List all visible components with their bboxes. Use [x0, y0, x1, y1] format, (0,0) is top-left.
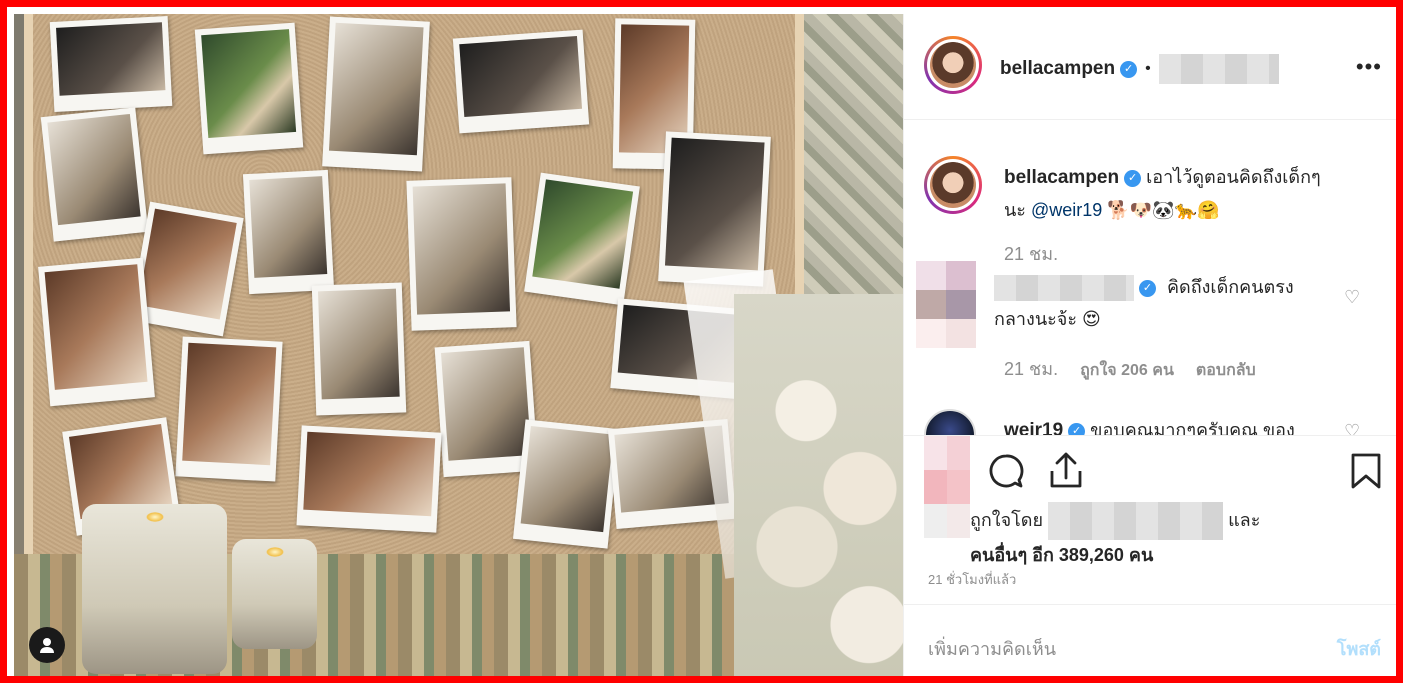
photo-card: [194, 22, 304, 155]
author-line: bellacampen ✓ •: [1000, 54, 1279, 84]
verified-badge-icon: ✓: [1124, 169, 1142, 187]
comment-username[interactable]: weir19: [1004, 420, 1063, 435]
post-header: bellacampen ✓ • •••: [904, 14, 1396, 120]
liked-by-prefix: ถูกใจโดย: [970, 509, 1044, 530]
liked-by: ถูกใจโดย และ คนอื่นๆ อีก 389,260 คน: [970, 502, 1260, 570]
verified-badge-icon: ✓: [1120, 60, 1138, 78]
post-image[interactable]: [14, 14, 903, 676]
photo-card: [40, 107, 149, 242]
photo-card: [49, 15, 173, 113]
photo-card: [242, 169, 335, 295]
caption: bellacampen ✓ เอาไว้ดูตอนคิดถึงเด็กๆ นะ @…: [1004, 161, 1389, 226]
author-username[interactable]: bellacampen: [1000, 58, 1115, 80]
comment-like-heart-icon[interactable]: ♡: [1344, 421, 1360, 435]
photo-card: [296, 425, 442, 533]
bookmark-icon[interactable]: [1350, 452, 1382, 495]
tagged-user-icon[interactable]: [29, 627, 65, 663]
photo-card: [38, 257, 155, 407]
flower-bouquet: [734, 294, 903, 676]
reply-button[interactable]: ตอบกลับ: [1196, 358, 1256, 383]
small-candle: [232, 539, 317, 649]
comment-likes[interactable]: ถูกใจ 206 คน: [1080, 358, 1174, 383]
photo-card: [512, 419, 621, 549]
redacted-username[interactable]: [994, 275, 1134, 302]
more-options-icon[interactable]: •••: [1356, 54, 1382, 80]
commenter-avatar-redacted[interactable]: [916, 261, 976, 349]
comment-like-heart-icon[interactable]: ♡: [1344, 287, 1360, 308]
comment-text: คิดถึงเด็กคนตรง: [1167, 277, 1294, 297]
caption-username[interactable]: bellacampen: [1004, 167, 1119, 188]
post-timestamp[interactable]: 21 ชั่วโมงที่แล้ว: [928, 569, 1016, 590]
verified-badge-icon: ✓: [1139, 279, 1156, 297]
caption-text: เอาไว้ดูตอนคิดถึงเด็กๆ: [1146, 167, 1321, 187]
comment-emoji: 😍: [1082, 309, 1101, 329]
comment-text-2: กลางนะจ้ะ: [994, 309, 1078, 329]
comment-icon[interactable]: [988, 453, 1024, 494]
share-icon[interactable]: [1048, 451, 1084, 494]
photo-card: [406, 177, 517, 331]
photo-card: [322, 16, 430, 172]
caption-avatar[interactable]: [924, 156, 982, 214]
comment: ✓ คิดถึงเด็กคนตรง กลางนะจ้ะ 😍: [994, 271, 1339, 335]
add-comment-input[interactable]: เพิ่มความคิดเห็น: [928, 634, 1056, 663]
redacted-liker[interactable]: [1048, 502, 1224, 540]
liked-by-others[interactable]: คนอื่นๆ อีก 389,260 คน: [970, 545, 1153, 565]
comment-meta: 21 ชม. ถูกใจ 206 คน ตอบกลับ: [1004, 354, 1256, 383]
photo-card: [175, 336, 283, 482]
photo-card: [524, 172, 640, 306]
comment-time: 21 ชม.: [1004, 359, 1059, 379]
actions-section: ถูกใจโดย และ คนอื่นๆ อีก 389,260 คน 21 ช…: [904, 435, 1396, 605]
commenter-avatar[interactable]: [924, 409, 976, 435]
caption-time: 21 ชม.: [1004, 244, 1059, 264]
caption-na: นะ: [1004, 200, 1026, 220]
author-avatar[interactable]: [924, 36, 982, 94]
separator-dot: •: [1145, 60, 1151, 77]
post-comment-button[interactable]: โพสต์: [1337, 634, 1381, 663]
photo-card: [311, 282, 407, 416]
large-candle: [82, 504, 227, 674]
photo-card: [452, 29, 590, 134]
window-frame: bellacampen ✓ • ••• bellacampen ✓ เอาไว้ด…: [0, 0, 1403, 683]
photo-card: [658, 131, 771, 287]
verified-badge-icon: ✓: [1068, 422, 1086, 435]
comments-section: bellacampen ✓ เอาไว้ดูตอนคิดถึงเด็กๆ นะ @…: [904, 121, 1396, 435]
caption-emojis: 🐕🐶🐼🐆🤗: [1107, 200, 1220, 220]
redacted-location: [1158, 54, 1279, 84]
post-sidebar: bellacampen ✓ • ••• bellacampen ✓ เอาไว้ด…: [903, 14, 1396, 676]
mention-link[interactable]: @weir19: [1031, 200, 1102, 220]
comment: weir19 ✓ ขอบคุณมากๆครับคุณ ของ: [1004, 414, 1344, 435]
comment-text: ขอบคุณมากๆครับคุณ ของ: [1090, 420, 1295, 435]
redacted-avatar-stack: [924, 436, 970, 538]
liked-by-and: และ: [1228, 509, 1261, 530]
